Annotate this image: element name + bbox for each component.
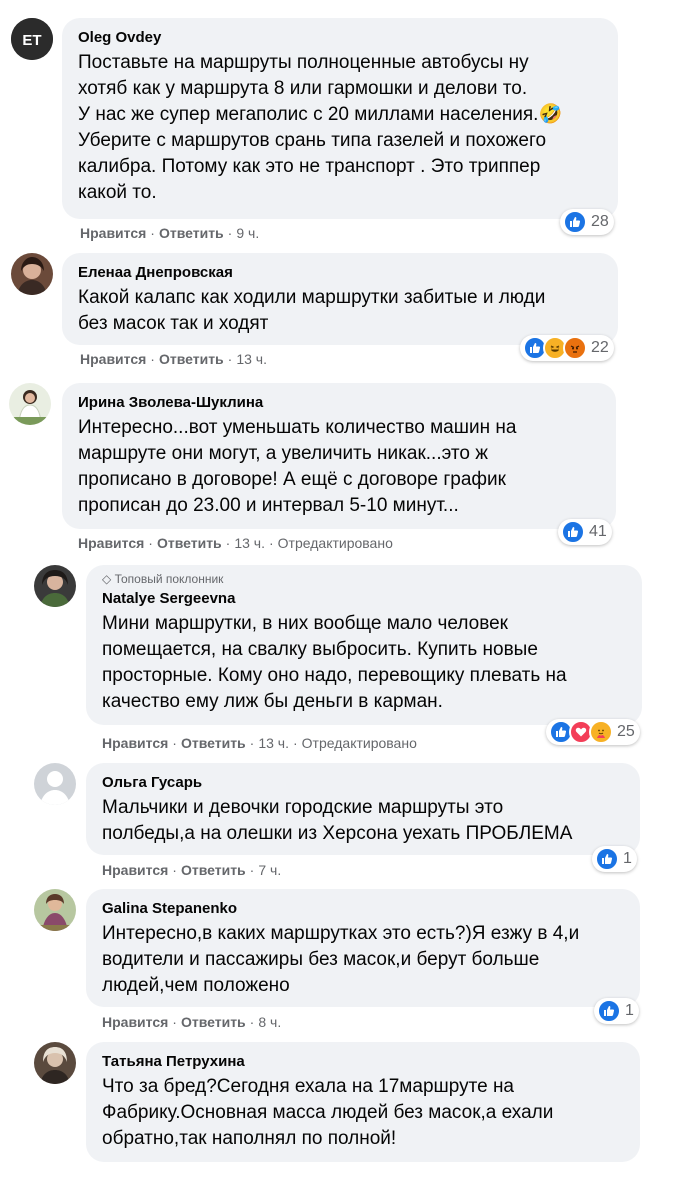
like-button[interactable]: Нравится (78, 535, 144, 551)
comment-time[interactable]: 8 ч. (258, 1014, 281, 1030)
avatar-image (9, 383, 51, 425)
reaction-summary[interactable]: 41 (558, 519, 612, 545)
comment-bubble: Еленаа Днепровская Какой калапс как ходи… (62, 253, 618, 345)
reaction-count: 22 (591, 339, 609, 356)
reaction-count: 1 (623, 850, 632, 867)
reaction-summary[interactable]: 25 (546, 719, 640, 745)
comment-author[interactable]: Oleg Ovdey (78, 28, 604, 48)
avatar[interactable] (34, 889, 76, 931)
comment-actions: Нравится · Ответить · 7 ч. (102, 862, 282, 878)
comment-text: Мальчики и девочки городские маршруты эт… (102, 797, 573, 844)
reply-button[interactable]: Ответить (181, 862, 246, 878)
reaction-count: 1 (625, 1002, 634, 1019)
like-button[interactable]: Нравится (102, 1014, 168, 1030)
like-icon (561, 520, 585, 544)
comment-author[interactable]: Ирина Зволева-Шуклина (78, 393, 602, 413)
avatar-image: ЕТ (11, 18, 53, 60)
comment-text: Мини маршрутки, в них вообще мало челове… (102, 613, 567, 712)
comment-time[interactable]: 7 ч. (258, 862, 281, 878)
angry-icon (563, 336, 587, 360)
comment-text: Поставьте на маршруты полноценные автобу… (78, 52, 563, 203)
like-icon (597, 999, 621, 1023)
comment-author[interactable]: Natalye Sergeevna (102, 589, 628, 609)
comment-time[interactable]: 13 ч. (234, 535, 265, 551)
comment-bubble: Galina Stepanenko Интересно,в каких марш… (86, 889, 640, 1007)
comment-text: Какой калапс как ходили маршрутки забиты… (78, 287, 546, 334)
avatar[interactable] (34, 565, 76, 607)
comment-text: Что за бред?Сегодня ехала на 17маршруте … (102, 1076, 554, 1149)
reaction-summary[interactable]: 1 (594, 998, 639, 1024)
comment-bubble: ◇ Топовый поклонник Natalye Sergeevna Ми… (86, 565, 642, 725)
like-icon (595, 847, 619, 871)
like-button[interactable]: Нравится (102, 862, 168, 878)
comment-text: Интересно...вот уменьшать количество маш… (78, 417, 517, 516)
reply-button[interactable]: Ответить (157, 535, 222, 551)
comment-author[interactable]: Еленаа Днепровская (78, 263, 604, 283)
avatar-image (34, 565, 76, 607)
reply-button[interactable]: Ответить (159, 225, 224, 241)
avatar[interactable] (11, 253, 53, 295)
avatar-image (34, 889, 76, 931)
edited-label[interactable]: Отредактировано (278, 535, 393, 551)
avatar[interactable]: ЕТ (11, 18, 53, 60)
reaction-count: 25 (617, 723, 635, 740)
like-button[interactable]: Нравится (80, 351, 146, 367)
edited-label[interactable]: Отредактировано (302, 735, 417, 751)
avatar-logo-text: ЕТ (22, 32, 41, 49)
reply-button[interactable]: Ответить (181, 1014, 246, 1030)
comment-actions: Нравится · Ответить · 13 ч. (80, 351, 267, 367)
avatar-image (34, 1042, 76, 1084)
comment-text: Интересно,в каких маршрутках это есть?)Я… (102, 923, 580, 996)
avatar[interactable] (34, 763, 76, 805)
reply-button[interactable]: Ответить (181, 735, 246, 751)
comment-bubble: Ольга Гусарь Мальчики и девочки городски… (86, 763, 640, 855)
avatar[interactable] (34, 1042, 76, 1084)
comment-time[interactable]: 13 ч. (258, 735, 289, 751)
comment-bubble: Ирина Зволева-Шуклина Интересно...вот ум… (62, 383, 616, 529)
comment-bubble: Татьяна Петрухина Что за бред?Сегодня ех… (86, 1042, 640, 1162)
comment-bubble: Oleg Ovdey Поставьте на маршруты полноце… (62, 18, 618, 219)
top-fan-label: Топовый поклонник (114, 572, 224, 586)
top-fan-badge: ◇ Топовый поклонник (102, 571, 628, 587)
comment-actions: Нравится · Ответить · 8 ч. (102, 1014, 282, 1030)
reaction-count: 28 (591, 213, 609, 230)
reaction-summary[interactable]: 22 (520, 335, 614, 361)
comment-actions: Нравится · Ответить · 13 ч. · Отредактировано (102, 735, 417, 751)
comment-time[interactable]: 9 ч. (236, 225, 259, 241)
comment-actions: Нравится · Ответить · 13 ч. · Отредактировано (78, 535, 393, 551)
comment-actions: Нравится · Ответить · 9 ч. (80, 225, 260, 241)
reply-button[interactable]: Ответить (159, 351, 224, 367)
avatar-image (11, 253, 53, 295)
care-icon (589, 720, 613, 744)
reaction-summary[interactable]: 28 (560, 209, 614, 235)
comment-author[interactable]: Татьяна Петрухина (102, 1052, 626, 1072)
comment-time[interactable]: 13 ч. (236, 351, 267, 367)
like-button[interactable]: Нравится (80, 225, 146, 241)
comment-author[interactable]: Galina Stepanenko (102, 899, 626, 919)
reaction-summary[interactable]: 1 (592, 846, 637, 872)
like-icon (563, 210, 587, 234)
comment-author[interactable]: Ольга Гусарь (102, 773, 626, 793)
like-button[interactable]: Нравится (102, 735, 168, 751)
diamond-icon: ◇ (102, 572, 112, 586)
default-avatar-icon (34, 763, 76, 805)
reaction-count: 41 (589, 523, 607, 540)
avatar[interactable] (9, 383, 51, 425)
